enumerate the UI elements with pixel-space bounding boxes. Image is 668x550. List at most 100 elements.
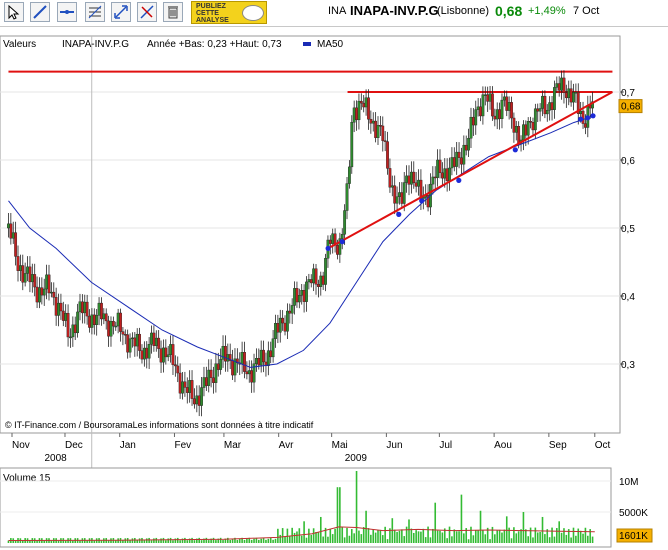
month-label: Jul bbox=[439, 440, 452, 451]
candle-body bbox=[147, 344, 151, 359]
candle-body bbox=[352, 107, 356, 123]
candle-body bbox=[443, 168, 447, 179]
candle-body bbox=[390, 185, 394, 188]
candle-body bbox=[350, 122, 354, 168]
candle-body bbox=[533, 108, 537, 131]
volume-bar bbox=[222, 540, 224, 543]
candle-body bbox=[100, 302, 103, 320]
month-label: Oct bbox=[595, 440, 611, 451]
volume-bar bbox=[288, 535, 291, 543]
volume-bar bbox=[575, 535, 577, 543]
volume-bar bbox=[441, 532, 444, 543]
volume-bar bbox=[157, 540, 160, 543]
candle-body bbox=[257, 358, 261, 366]
candle-body bbox=[464, 144, 468, 151]
candle-body bbox=[452, 157, 456, 167]
volume-bar bbox=[319, 516, 322, 543]
candle-body bbox=[28, 266, 32, 283]
candle-body bbox=[245, 371, 249, 375]
candle-body bbox=[398, 192, 401, 197]
volume-bar bbox=[381, 535, 384, 543]
volume-bar bbox=[527, 536, 530, 543]
volume-bar bbox=[412, 532, 415, 543]
candle-body bbox=[374, 120, 378, 138]
candle-body bbox=[364, 97, 368, 108]
candle-body bbox=[183, 381, 187, 388]
volume-bar bbox=[267, 538, 270, 543]
candle-body bbox=[145, 347, 149, 359]
month-label: Mar bbox=[224, 440, 242, 451]
volume-bar bbox=[377, 530, 379, 543]
touch-point bbox=[585, 115, 591, 121]
candle-body bbox=[212, 377, 215, 383]
candle-body bbox=[347, 166, 351, 184]
volume-bar bbox=[279, 534, 282, 543]
candle-body bbox=[102, 313, 106, 320]
candle-body bbox=[359, 100, 363, 104]
candle-body bbox=[64, 312, 68, 321]
candle-body bbox=[54, 297, 58, 316]
candle-body bbox=[262, 349, 265, 363]
touch-point bbox=[456, 177, 462, 183]
candle-body bbox=[286, 310, 289, 332]
volume-bar bbox=[510, 538, 513, 543]
month-label: Sep bbox=[549, 440, 567, 451]
volume-bar bbox=[529, 527, 532, 543]
candle-body bbox=[9, 223, 13, 239]
volume-bar bbox=[591, 536, 594, 543]
candle-body bbox=[512, 117, 516, 133]
volume-bar bbox=[207, 540, 210, 543]
candle-body bbox=[357, 100, 361, 121]
month-label: Nov bbox=[12, 440, 30, 451]
volume-bar bbox=[331, 534, 334, 543]
volume-bar bbox=[556, 528, 558, 543]
candle-body bbox=[114, 325, 118, 328]
volume-bar bbox=[489, 539, 491, 543]
volume-bar bbox=[370, 534, 372, 543]
volume-bar bbox=[436, 530, 439, 543]
candle-body bbox=[553, 87, 556, 110]
candle-body bbox=[138, 333, 141, 351]
candle-body bbox=[467, 137, 470, 151]
volume-bar bbox=[198, 537, 200, 543]
volume-bar bbox=[339, 487, 341, 543]
candle-body bbox=[157, 337, 161, 349]
candle-body bbox=[321, 275, 325, 285]
volume-bar bbox=[463, 533, 465, 543]
candle-body bbox=[479, 106, 482, 117]
candle-body bbox=[73, 324, 77, 334]
volume-bar bbox=[532, 537, 534, 543]
candle-body bbox=[40, 287, 44, 296]
volume-bar bbox=[350, 529, 353, 543]
month-label: Mai bbox=[332, 440, 348, 451]
volume-bar bbox=[322, 536, 324, 543]
candle-body bbox=[319, 275, 323, 287]
volume-bar bbox=[577, 528, 580, 543]
candle-body bbox=[448, 167, 451, 181]
volume-bar bbox=[243, 539, 246, 543]
candle-body bbox=[259, 349, 263, 366]
volume-bar bbox=[570, 537, 572, 543]
candle-body bbox=[302, 290, 306, 302]
volume-bar bbox=[422, 528, 425, 543]
volume-bar bbox=[587, 535, 589, 543]
volume-tick-label: 10M bbox=[619, 477, 638, 488]
candle-body bbox=[491, 93, 494, 117]
volume-bar bbox=[293, 532, 296, 543]
volume-bar bbox=[343, 537, 346, 543]
volume-bar bbox=[172, 540, 174, 543]
candle-body bbox=[224, 345, 227, 362]
candle-body bbox=[80, 301, 84, 314]
candle-body bbox=[305, 281, 308, 302]
candle-body bbox=[536, 108, 540, 112]
candle-body bbox=[340, 234, 344, 239]
candle-body bbox=[185, 387, 189, 393]
price-chart[interactable]: 0,3 0,4 0,5 0,6 0,7 Valeurs INAPA-INV.P.G An… bbox=[0, 0, 668, 550]
candle-body bbox=[26, 266, 29, 274]
candle-body bbox=[85, 301, 89, 317]
candle-body bbox=[288, 310, 292, 314]
volume-bar bbox=[162, 537, 165, 543]
volume-bar bbox=[227, 537, 229, 543]
volume-bar bbox=[429, 537, 432, 543]
volume-bar bbox=[522, 512, 525, 543]
